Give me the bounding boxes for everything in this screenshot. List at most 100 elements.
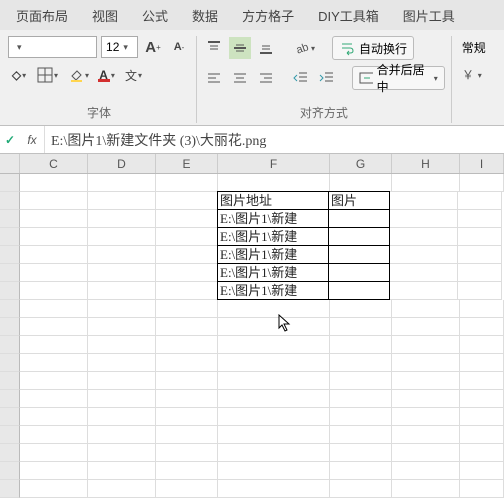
cell-D[interactable]: [88, 354, 156, 372]
cell-F[interactable]: [218, 408, 330, 426]
cell-G[interactable]: [330, 408, 392, 426]
tab-square[interactable]: 方方格子: [230, 0, 306, 31]
currency-button[interactable]: ￥▾: [458, 64, 485, 86]
cell-D[interactable]: [88, 426, 156, 444]
cell-I[interactable]: [458, 264, 502, 282]
column-header-E[interactable]: E: [156, 154, 218, 173]
cell-F[interactable]: [218, 174, 330, 192]
cell-C[interactable]: [20, 264, 88, 282]
cell-C[interactable]: [20, 282, 88, 300]
cell-D[interactable]: [88, 408, 156, 426]
row-header[interactable]: [0, 174, 20, 192]
cell-F[interactable]: 图片地址: [217, 191, 329, 210]
cell-D[interactable]: [88, 336, 156, 354]
cell-D[interactable]: [88, 264, 156, 282]
cell-E[interactable]: [156, 174, 218, 192]
cell-I[interactable]: [458, 210, 502, 228]
cell-H[interactable]: [390, 228, 458, 246]
cell-H[interactable]: [392, 426, 460, 444]
cell-C[interactable]: [20, 228, 88, 246]
cell-H[interactable]: [392, 444, 460, 462]
cell-E[interactable]: [156, 300, 218, 318]
tab-diy[interactable]: DIY工具箱: [306, 0, 391, 31]
cell-G[interactable]: 图片: [328, 191, 390, 210]
column-header-C[interactable]: C: [20, 154, 88, 173]
cell-D[interactable]: [88, 300, 156, 318]
row-header[interactable]: [0, 426, 20, 444]
cell-E[interactable]: [156, 354, 218, 372]
cell-H[interactable]: [392, 336, 460, 354]
wrap-text-button[interactable]: 自动换行: [332, 36, 414, 60]
cell-F[interactable]: [218, 444, 330, 462]
cell-D[interactable]: [88, 210, 156, 228]
column-header-I[interactable]: I: [460, 154, 504, 173]
column-header-G[interactable]: G: [330, 154, 392, 173]
cell-H[interactable]: [392, 354, 460, 372]
cell-H[interactable]: [390, 282, 458, 300]
cell-D[interactable]: [88, 372, 156, 390]
cell-I[interactable]: [460, 318, 504, 336]
cell-I[interactable]: [460, 372, 504, 390]
tab-formula[interactable]: 公式: [130, 0, 180, 31]
font-color-button[interactable]: A ▾: [96, 64, 118, 86]
cell-I[interactable]: [460, 480, 504, 498]
cell-C[interactable]: [20, 444, 88, 462]
fill-color-button[interactable]: ▾: [65, 64, 92, 86]
cell-F[interactable]: [218, 300, 330, 318]
cell-H[interactable]: [390, 264, 458, 282]
cell-G[interactable]: [328, 281, 390, 300]
cell-E[interactable]: [156, 228, 218, 246]
fx-label[interactable]: fx: [20, 133, 44, 147]
align-right-button[interactable]: [255, 67, 277, 89]
cell-C[interactable]: [20, 192, 88, 210]
cell-D[interactable]: [88, 192, 156, 210]
align-top-button[interactable]: [203, 37, 225, 59]
tab-page-layout[interactable]: 页面布局: [4, 0, 80, 31]
formula-input[interactable]: E:\图片1\新建文件夹 (3)\大丽花.png: [44, 126, 504, 153]
row-header[interactable]: [0, 354, 20, 372]
row-header[interactable]: [0, 390, 20, 408]
cell-F[interactable]: [218, 462, 330, 480]
cell-E[interactable]: [156, 408, 218, 426]
cell-I[interactable]: [460, 444, 504, 462]
cell-G[interactable]: [330, 354, 392, 372]
borders-button[interactable]: ▾: [34, 64, 61, 86]
cell-D[interactable]: [88, 174, 156, 192]
cell-F[interactable]: E:\图片1\新建: [217, 209, 329, 228]
cell-E[interactable]: [156, 246, 218, 264]
row-header[interactable]: [0, 192, 20, 210]
cell-G[interactable]: [328, 245, 390, 264]
cell-F[interactable]: [218, 354, 330, 372]
align-center-button[interactable]: [229, 67, 251, 89]
cell-G[interactable]: [328, 209, 390, 228]
spreadsheet-grid[interactable]: CDEFGHI 图片地址图片E:\图片1\新建E:\图片1\新建E:\图片1\新…: [0, 154, 504, 498]
cell-H[interactable]: [392, 462, 460, 480]
font-name-combo[interactable]: ▾: [8, 36, 97, 58]
cell-H[interactable]: [392, 174, 460, 192]
cell-H[interactable]: [392, 300, 460, 318]
tab-image-tools[interactable]: 图片工具: [391, 0, 467, 31]
cell-F[interactable]: [218, 336, 330, 354]
align-bottom-button[interactable]: [255, 37, 277, 59]
cell-H[interactable]: [390, 192, 458, 210]
cell-E[interactable]: [156, 192, 218, 210]
cell-D[interactable]: [88, 444, 156, 462]
cell-C[interactable]: [20, 426, 88, 444]
cell-G[interactable]: [330, 444, 392, 462]
cell-F[interactable]: E:\图片1\新建: [217, 227, 329, 246]
increase-font-button[interactable]: A+: [142, 36, 164, 58]
formula-confirm-button[interactable]: ✓: [0, 133, 20, 147]
cell-C[interactable]: [20, 354, 88, 372]
cell-G[interactable]: [330, 174, 392, 192]
cell-I[interactable]: [460, 390, 504, 408]
cell-I[interactable]: [460, 336, 504, 354]
row-header[interactable]: [0, 408, 20, 426]
cell-E[interactable]: [156, 336, 218, 354]
cell-E[interactable]: [156, 480, 218, 498]
cell-H[interactable]: [392, 318, 460, 336]
row-header[interactable]: [0, 282, 20, 300]
cell-F[interactable]: [218, 318, 330, 336]
cell-C[interactable]: [20, 300, 88, 318]
decrease-font-button[interactable]: A-: [168, 36, 190, 58]
row-header[interactable]: [0, 318, 20, 336]
